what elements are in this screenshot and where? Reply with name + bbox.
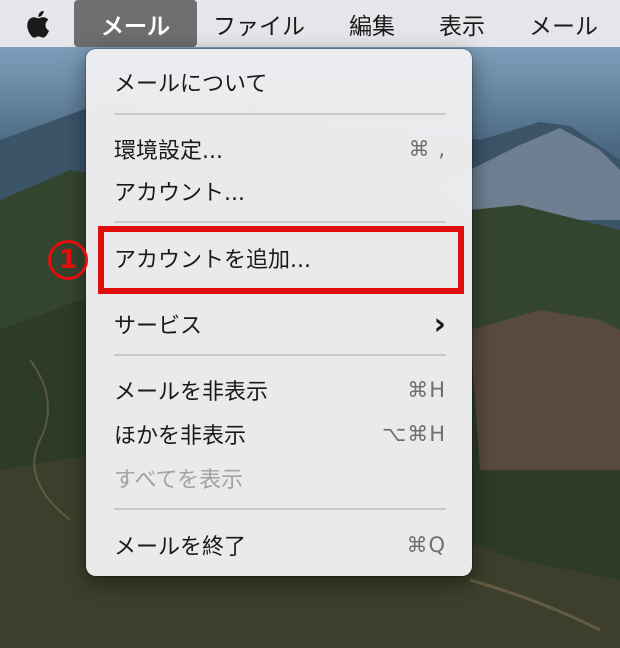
menu-item-preferences[interactable]: 環境設定... ⌘ , <box>114 131 446 167</box>
menu-item-services-label: サービス <box>114 314 203 339</box>
menubar-mail[interactable]: メール <box>74 0 197 47</box>
menu-item-show-all-label: すべてを表示 <box>114 468 244 493</box>
menu-item-accounts[interactable]: アカウント... <box>114 173 446 209</box>
chevron-right-icon: › <box>433 306 446 342</box>
menu-item-quit[interactable]: メールを終了 ⌘Q <box>114 527 446 563</box>
menubar-file[interactable]: ファイル <box>197 0 327 47</box>
screen: メール ファイル 編集 表示 メール メールについて 環境設定... ⌘ , ア… <box>0 0 620 648</box>
step-number-badge: 1 <box>48 240 88 280</box>
menu-item-hide-mail-label: メールを非表示 <box>114 380 269 405</box>
menu-separator <box>114 354 446 356</box>
quit-shortcut: ⌘Q <box>406 533 446 557</box>
hide-others-shortcut: ⌥⌘H <box>382 422 446 446</box>
preferences-shortcut: ⌘ , <box>408 137 446 161</box>
menubar-edit[interactable]: 編集 <box>327 0 417 47</box>
menubar-mailbox[interactable]: メール <box>507 0 620 47</box>
menubar-view[interactable]: 表示 <box>417 0 507 47</box>
menu-item-preferences-label: 環境設定... <box>114 139 223 164</box>
menu-bar: メール ファイル 編集 表示 メール <box>0 0 620 47</box>
menu-item-accounts-label: アカウント... <box>114 181 245 206</box>
add-account-highlight-box <box>98 226 464 294</box>
menu-separator <box>114 508 446 510</box>
menu-item-services[interactable]: サービス › <box>114 306 446 342</box>
mail-dropdown-menu: メールについて 環境設定... ⌘ , アカウント... アカウントを追加...… <box>86 49 472 576</box>
menu-separator <box>114 113 446 115</box>
menu-item-show-all: すべてを表示 <box>114 460 446 496</box>
menu-item-hide-mail[interactable]: メールを非表示 ⌘H <box>114 372 446 408</box>
apple-menu[interactable] <box>0 0 74 47</box>
hide-mail-shortcut: ⌘H <box>407 378 446 402</box>
menu-item-quit-label: メールを終了 <box>114 535 247 560</box>
apple-logo-icon <box>27 10 49 38</box>
menu-item-hide-others-label: ほかを非表示 <box>114 424 247 449</box>
menu-item-hide-others[interactable]: ほかを非表示 ⌥⌘H <box>114 416 446 452</box>
menu-item-about-label: メールについて <box>114 72 268 97</box>
menu-separator <box>114 221 446 223</box>
menu-item-about[interactable]: メールについて <box>114 64 446 100</box>
